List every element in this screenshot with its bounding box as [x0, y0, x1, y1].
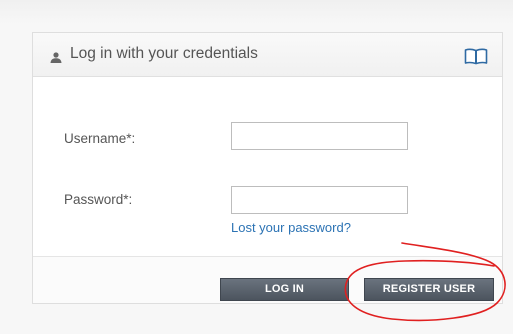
- panel-header: Log in with your credentials: [33, 33, 502, 77]
- form-footer: LOG IN REGISTER USER: [33, 256, 502, 303]
- password-input[interactable]: [231, 186, 408, 214]
- username-input[interactable]: [231, 122, 408, 150]
- register-user-button[interactable]: REGISTER USER: [364, 278, 494, 301]
- login-button[interactable]: LOG IN: [220, 278, 349, 301]
- login-panel: Log in with your credentials Username*: …: [32, 32, 503, 304]
- lost-password-link[interactable]: Lost your password?: [231, 220, 351, 235]
- panel-title: Log in with your credentials: [70, 45, 258, 62]
- username-label: Username*:: [64, 131, 136, 146]
- password-label: Password*:: [64, 192, 133, 207]
- user-icon: [50, 50, 62, 63]
- page-background: [0, 0, 513, 24]
- book-icon[interactable]: [464, 48, 488, 65]
